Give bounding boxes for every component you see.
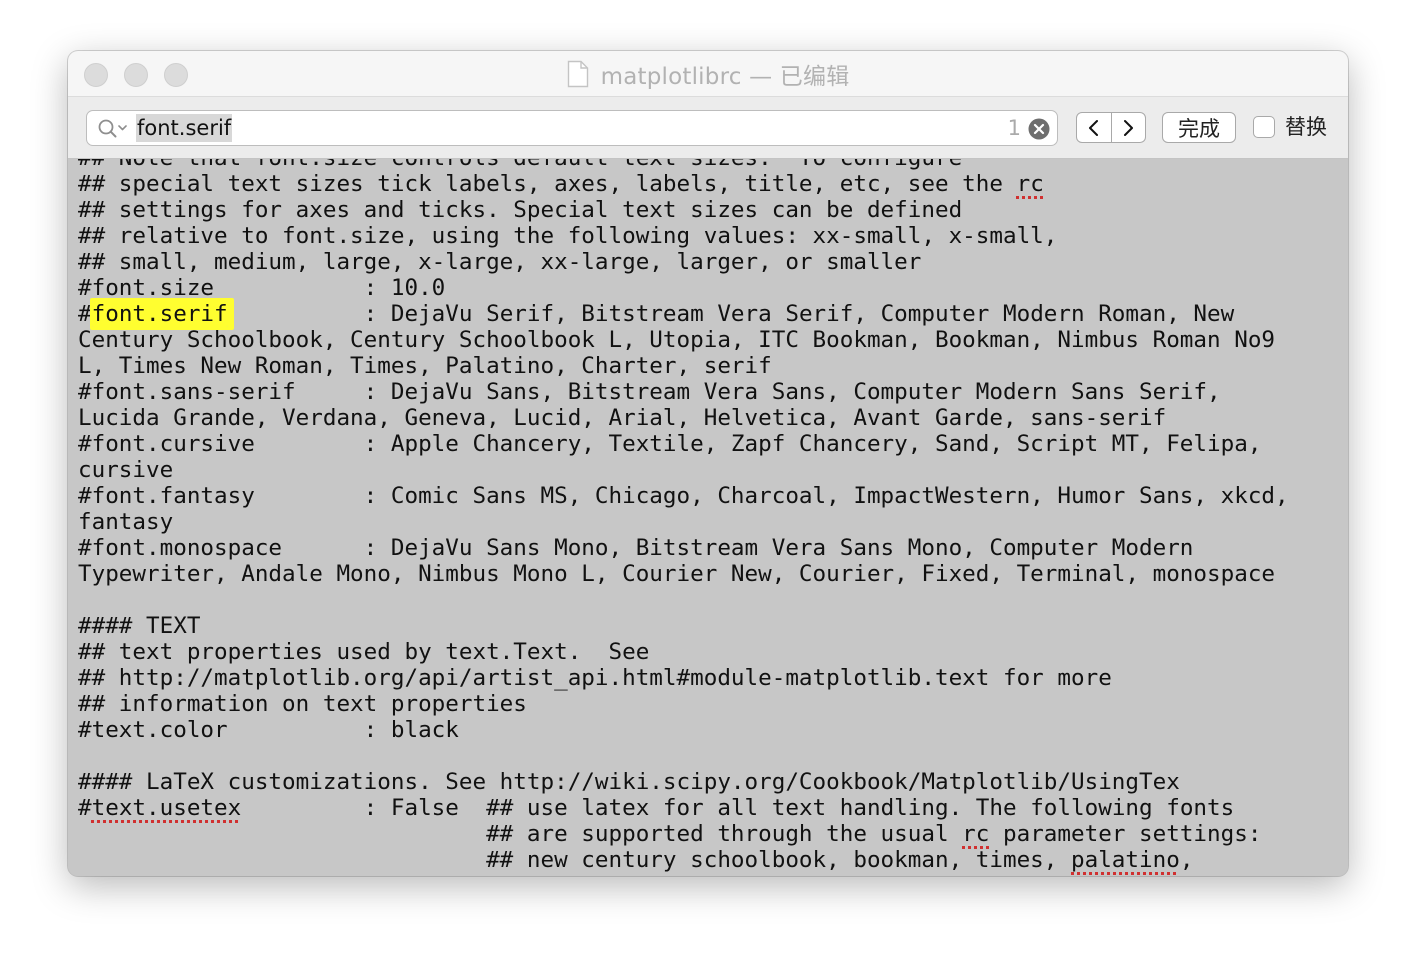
code-line[interactable]: #text.usetex : False ## use latex for al…: [78, 795, 1289, 821]
code-line[interactable]: ## text properties used by text.Text. Se…: [78, 639, 1289, 665]
search-icon[interactable]: [97, 118, 129, 140]
code-line[interactable]: ## are supported through the usual rc pa…: [78, 821, 1289, 847]
misspelled-word: text.usetex: [91, 795, 242, 821]
search-field[interactable]: font.serif 1: [86, 110, 1058, 146]
code-text-run: #font.size : 10.0: [78, 275, 446, 301]
code-line[interactable]: [78, 743, 1289, 769]
window-title: matplotlibrc — 已编辑: [600, 63, 850, 90]
code-text-run: #### LaTeX customizations. See http://wi…: [78, 769, 1180, 795]
match-count: 1: [1007, 116, 1021, 140]
find-bar: font.serif 1 完成 替换: [68, 97, 1348, 159]
code-line[interactable]: #text.color : black: [78, 717, 1289, 743]
code-text-run: ## new century schoolbook, bookman, time…: [78, 847, 1071, 873]
code-text-run: ## information on text properties: [78, 691, 527, 717]
clear-search-icon[interactable]: [1028, 118, 1050, 140]
code-line[interactable]: #### TEXT: [78, 613, 1289, 639]
code-text-run: : DejaVu Serif, Bitstream Vera Serif, Co…: [227, 301, 1235, 327]
code-text-run: ## text properties used by text.Text. Se…: [78, 639, 650, 665]
code-text-run: Century Schoolbook, Century Schoolbook L…: [78, 327, 1276, 353]
code-text-run: ## special text sizes tick labels, axes,…: [78, 171, 1017, 197]
replace-label[interactable]: 替换: [1285, 114, 1327, 140]
code-line[interactable]: ## new century schoolbook, bookman, time…: [78, 847, 1289, 873]
previous-match-button[interactable]: [1077, 113, 1111, 142]
code-line[interactable]: #font.fantasy : Comic Sans MS, Chicago, …: [78, 483, 1289, 509]
search-match-highlight: font.serif: [91, 301, 228, 327]
code-text-run: ## settings for axes and ticks. Special …: [78, 197, 963, 223]
code-line[interactable]: #font.size : 10.0: [78, 275, 1289, 301]
code-line[interactable]: ## http://matplotlib.org/api/artist_api.…: [78, 665, 1289, 691]
code-line[interactable]: ## relative to font.size, using the foll…: [78, 223, 1289, 249]
document-icon: [567, 60, 588, 87]
chevron-right-icon: [1124, 119, 1134, 136]
search-input[interactable]: font.serif: [136, 114, 233, 142]
code-text-run: #: [78, 795, 92, 821]
code-text-run: ,: [1179, 847, 1194, 873]
text-editor[interactable]: ## Note that font.size controls default …: [68, 159, 1348, 876]
code-text-run: L, Times New Roman, Times, Palatino, Cha…: [78, 353, 772, 379]
match-navigation: [1076, 112, 1146, 143]
code-line[interactable]: #font.cursive : Apple Chancery, Textile,…: [78, 431, 1289, 457]
misspelled-word: palatino: [1071, 847, 1180, 873]
code-text-run: parameter settings:: [989, 821, 1262, 847]
code-line[interactable]: [78, 587, 1289, 613]
misspelled-word: rc: [962, 821, 990, 847]
code-line[interactable]: fantasy: [78, 509, 1289, 535]
code-line[interactable]: ## settings for axes and ticks. Special …: [78, 197, 1289, 223]
code-text-run: ## relative to font.size, using the foll…: [78, 223, 1058, 249]
code-text-run: #font.sans-serif : DejaVu Sans, Bitstrea…: [78, 379, 1221, 405]
code-text-run: ## small, medium, large, x-large, xx-lar…: [78, 249, 922, 275]
window-title-group: matplotlibrc — 已编辑: [68, 51, 1348, 96]
code-line[interactable]: Typewriter, Andale Mono, Nimbus Mono L, …: [78, 561, 1289, 587]
code-text-run: #text.color : black: [78, 717, 459, 743]
code-line[interactable]: #font.monospace : DejaVu Sans Mono, Bits…: [78, 535, 1289, 561]
code-text-run: #font.fantasy : Comic Sans MS, Chicago, …: [78, 483, 1289, 509]
code-text-run: Lucida Grande, Verdana, Geneva, Lucid, A…: [78, 405, 1167, 431]
code-text-run: Typewriter, Andale Mono, Nimbus Mono L, …: [78, 561, 1276, 587]
code-line[interactable]: ## information on text properties: [78, 691, 1289, 717]
code-line[interactable]: cursive: [78, 457, 1289, 483]
code-line[interactable]: L, Times New Roman, Times, Palatino, Cha…: [78, 353, 1289, 379]
editor-window: matplotlibrc — 已编辑 font.serif 1 完成 替换 ##…: [68, 51, 1348, 876]
code-text[interactable]: ## Note that font.size controls default …: [78, 159, 1289, 873]
code-line[interactable]: #### LaTeX customizations. See http://wi…: [78, 769, 1289, 795]
code-line[interactable]: ## small, medium, large, x-large, xx-lar…: [78, 249, 1289, 275]
code-line[interactable]: ## Note that font.size controls default …: [78, 159, 1289, 171]
code-text-run: ## are supported through the usual: [78, 821, 963, 847]
next-match-button[interactable]: [1112, 113, 1146, 142]
code-line[interactable]: #font.sans-serif : DejaVu Sans, Bitstrea…: [78, 379, 1289, 405]
code-text-run: ## http://matplotlib.org/api/artist_api.…: [78, 665, 1112, 691]
code-text-run: ## Note that font.size controls default …: [78, 159, 962, 171]
code-line[interactable]: Lucida Grande, Verdana, Geneva, Lucid, A…: [78, 405, 1289, 431]
code-text-run: #font.monospace : DejaVu Sans Mono, Bits…: [78, 535, 1194, 561]
misspelled-word: rc: [1016, 171, 1044, 197]
code-text-run: #font.cursive : Apple Chancery, Textile,…: [78, 431, 1262, 457]
chevron-left-icon: [1088, 119, 1098, 136]
code-line[interactable]: ## special text sizes tick labels, axes,…: [78, 171, 1289, 197]
code-text-run: fantasy: [78, 509, 174, 535]
code-text-run: #: [78, 301, 92, 327]
code-line[interactable]: Century Schoolbook, Century Schoolbook L…: [78, 327, 1289, 353]
code-line[interactable]: #font.serif : DejaVu Serif, Bitstream Ve…: [78, 301, 1289, 327]
title-bar: matplotlibrc — 已编辑: [68, 51, 1348, 97]
code-text-run: cursive: [78, 457, 174, 483]
code-text-run: : False ## use latex for all text handli…: [241, 795, 1235, 821]
replace-checkbox[interactable]: [1253, 116, 1275, 138]
code-text-run: #### TEXT: [78, 613, 201, 639]
done-button[interactable]: 完成: [1162, 112, 1236, 143]
